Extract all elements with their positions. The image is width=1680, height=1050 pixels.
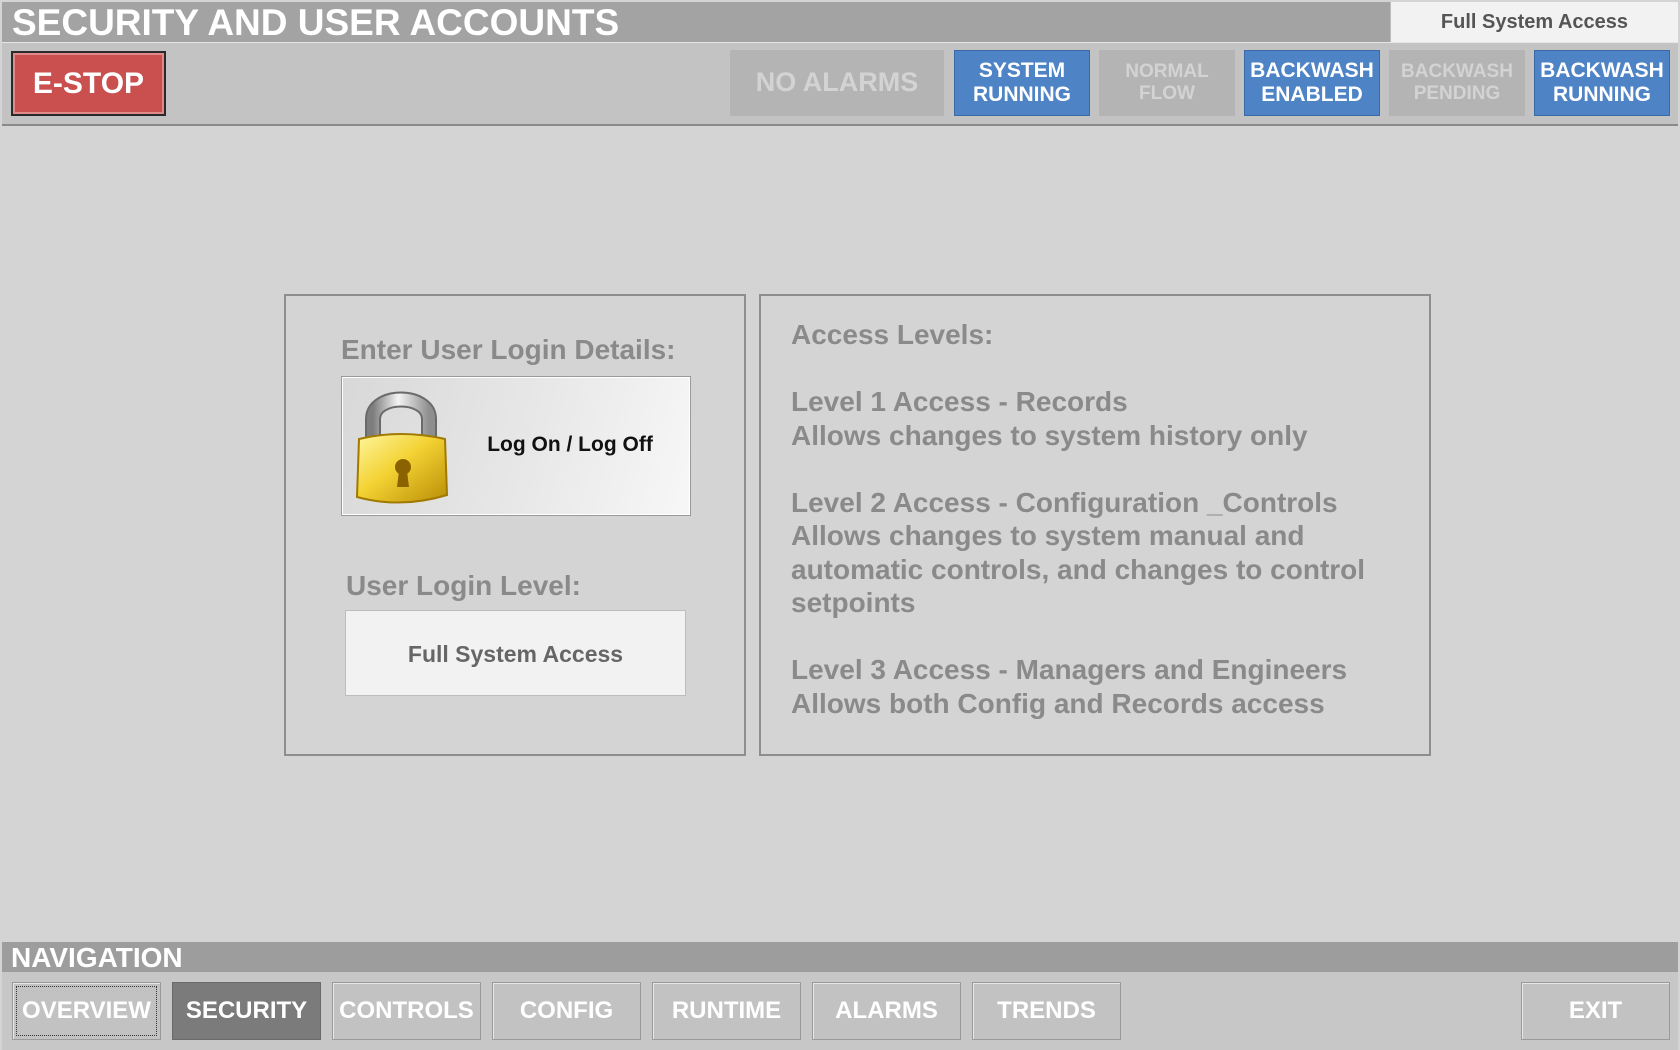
status-system-running: SYSTEM RUNNING (954, 50, 1090, 116)
current-access-level: Full System Access (1390, 2, 1678, 42)
nav-overview-button[interactable]: OVERVIEW (12, 982, 161, 1040)
level-3-title: Level 3 Access - Managers and Engineers (791, 654, 1348, 685)
status-normal-flow: NORMAL FLOW (1099, 50, 1235, 116)
e-stop-button[interactable]: E-STOP (11, 51, 166, 116)
status-backwash-enabled: BACKWASH ENABLED (1244, 50, 1380, 116)
login-heading: Enter User Login Details: (341, 334, 676, 365)
access-levels-heading: Access Levels: (791, 319, 994, 350)
level-2-title: Level 2 Access - Configuration _Controls (791, 486, 1338, 518)
nav-controls-button[interactable]: CONTROLS (332, 982, 481, 1040)
level-3-description: Allows both Config and Records access (791, 687, 1325, 719)
nav-trends-button[interactable]: TRENDS (972, 982, 1121, 1040)
nav-alarms-button[interactable]: ALARMS (812, 982, 961, 1040)
padlock-icon (355, 391, 449, 504)
level-1-description: Allows changes to system history only (791, 419, 1308, 451)
status-no-alarms: NO ALARMS (730, 50, 944, 116)
user-login-level-heading: User Login Level: (346, 570, 581, 601)
nav-security-button[interactable]: SECURITY (172, 982, 321, 1040)
access-levels-text: Access Levels: Level 1 Access - Records … (791, 318, 1411, 720)
nav-config-button[interactable]: CONFIG (492, 982, 641, 1040)
level-2-description: Allows changes to system manual and auto… (791, 520, 1366, 618)
exit-button[interactable]: EXIT (1521, 982, 1670, 1040)
user-login-level-value: Full System Access (345, 610, 686, 696)
level-1-title: Level 1 Access - Records (791, 386, 1128, 417)
log-on-log-off-label: Log On / Log Off (487, 433, 653, 456)
navigation-heading: NAVIGATION (2, 942, 1678, 973)
status-backwash-running: BACKWASH RUNNING (1534, 50, 1670, 116)
page-title: SECURITY AND USER ACCOUNTS (2, 2, 1390, 43)
status-backwash-pending: BACKWASH PENDING (1389, 50, 1525, 116)
nav-runtime-button[interactable]: RUNTIME (652, 982, 801, 1040)
